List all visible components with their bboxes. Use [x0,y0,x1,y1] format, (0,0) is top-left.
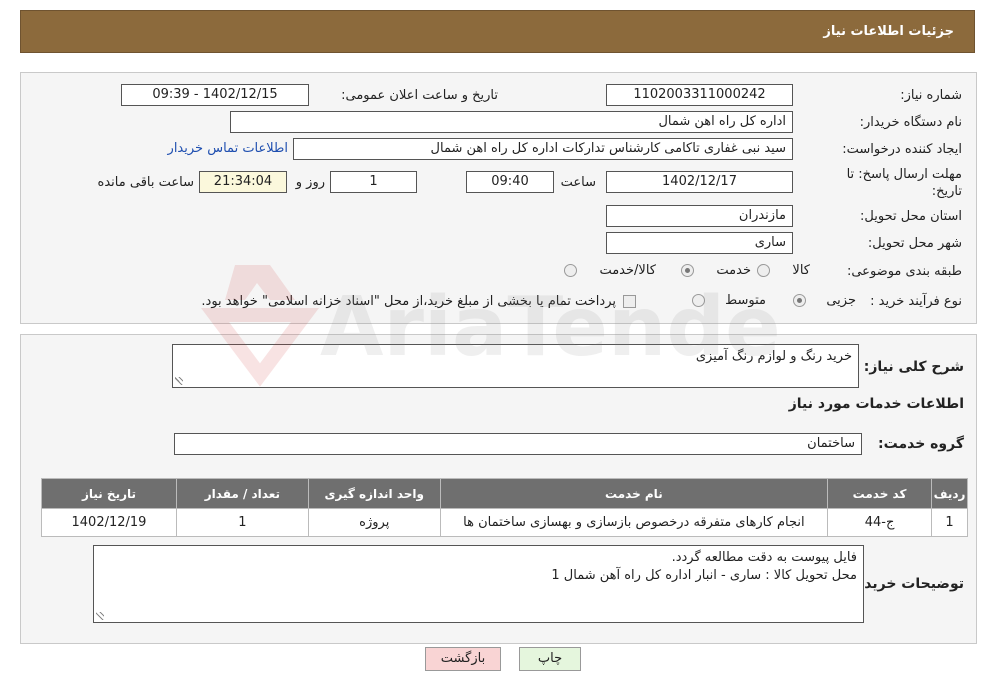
category-label: طبقه بندی موضوعی: [846,264,962,279]
cell-row-number: 1 [931,508,968,537]
category-option-service-label: خدمت [716,263,751,278]
process-minor-radio[interactable] [793,294,807,307]
remaining-time-field: 21:34:04 [199,171,287,193]
deadline-label-line1: مهلت ارسال پاسخ: تا [846,167,962,182]
cell-unit: پروژه [307,508,441,537]
summary-textarea[interactable]: خرید رنگ و لوازم رنگ آمیزی [172,344,859,388]
deadline-label-line2: تاریخ: [931,184,962,199]
cell-need-date: 1402/12/19 [41,508,177,537]
category-goods-radio[interactable] [757,264,771,277]
summary-text: خرید رنگ و لوازم رنگ آمیزی [695,349,852,364]
need-info-panel: شماره نیاز: 1102003311000242 تاریخ و ساع… [20,72,977,324]
cell-service-name: انجام کارهای متفرقه درخصوص بازسازی و بهس… [439,508,829,537]
col-quantity: تعداد / مقدار [175,478,309,509]
col-unit: واحد اندازه گیری [307,478,441,509]
category-goods-service-radio[interactable] [564,264,578,277]
purchase-process-label: نوع فرآیند خرید : [870,294,962,309]
deadline-date-field[interactable]: 1402/12/17 [606,171,793,193]
deadline-time-label: ساعت [560,175,596,190]
cell-service-code: ج-44 [827,508,933,537]
remaining-time-label: ساعت باقی مانده [97,175,194,190]
process-option-medium[interactable]: متوسط [692,293,766,308]
treasury-payment-note: پرداخت تمام یا بخشی از مبلغ خرید،از محل … [201,294,616,309]
cell-quantity: 1 [175,508,309,537]
process-option-medium-label: متوسط [725,293,766,308]
treasury-payment-checkbox[interactable] [623,295,636,308]
announce-datetime-field[interactable]: 1402/12/15 - 09:39 [121,84,309,106]
services-heading: اطلاعات خدمات مورد نیاز [788,396,964,412]
resize-grip-icon[interactable] [96,612,104,620]
buyer-notes-line-1: فایل پیوست به دقت مطالعه گردد. [671,550,857,565]
resize-grip-icon[interactable] [175,377,183,385]
delivery-city-label: شهر محل تحویل: [867,236,962,251]
deadline-time-field[interactable]: 09:40 [466,171,554,193]
delivery-city-field[interactable]: ساری [606,232,793,254]
need-number-label: شماره نیاز: [900,88,962,103]
buyer-notes-textarea[interactable]: فایل پیوست به دقت مطالعه گردد. محل تحویل… [93,545,864,623]
category-option-goods-service-label: کالا/خدمت [599,263,656,278]
days-label: روز و [295,175,325,190]
process-option-minor-label: جزیی [826,293,856,308]
category-option-service[interactable]: خدمت [681,263,751,278]
table-row: 1 ج-44 انجام کارهای متفرقه درخصوص بازساز… [41,508,968,537]
service-group-label: گروه خدمت: [878,436,964,452]
col-service-code: کد خدمت [827,478,933,509]
category-option-goods-service[interactable]: کالا/خدمت [564,263,656,278]
col-service-name: نام خدمت [439,478,829,509]
buyer-contact-link[interactable]: اطلاعات تماس خریدار [168,141,288,156]
buyer-org-label: نام دستگاه خریدار: [859,115,962,130]
delivery-province-field[interactable]: مازندران [606,205,793,227]
remaining-days-field[interactable]: 1 [330,171,417,193]
category-option-goods[interactable]: کالا [757,263,810,278]
process-medium-radio[interactable] [692,294,706,307]
back-button[interactable]: بازگشت [425,647,501,671]
page-title: جزئیات اطلاعات نیاز [823,24,954,39]
summary-label: شرح کلی نیاز: [863,359,964,375]
col-row-number: ردیف [931,478,968,509]
print-button[interactable]: چاپ [519,647,581,671]
requester-label: ایجاد کننده درخواست: [842,142,962,157]
category-option-goods-label: کالا [792,263,810,278]
col-need-date: تاریخ نیاز [41,478,177,509]
need-details-panel: شرح کلی نیاز: خرید رنگ و لوازم رنگ آمیزی… [20,334,977,644]
process-option-minor[interactable]: جزیی [793,293,856,308]
category-service-radio[interactable] [681,264,695,277]
services-table: ردیف کد خدمت نام خدمت واحد اندازه گیری ت… [41,478,968,537]
requester-field[interactable]: سید نبی غفاری تاکامی کارشناس تدارکات ادا… [293,138,793,160]
services-table-header: ردیف کد خدمت نام خدمت واحد اندازه گیری ت… [41,478,968,509]
service-group-field[interactable]: ساختمان [174,433,862,455]
announce-datetime-label: تاریخ و ساعت اعلان عمومی: [341,88,498,103]
page-header: جزئیات اطلاعات نیاز [20,10,975,53]
delivery-province-label: استان محل تحویل: [860,209,962,224]
buyer-org-field[interactable]: اداره کل راه اهن شمال [230,111,793,133]
need-number-field[interactable]: 1102003311000242 [606,84,793,106]
buyer-notes-line-2: محل تحویل کالا : ساری - انبار اداره کل ر… [551,568,857,583]
